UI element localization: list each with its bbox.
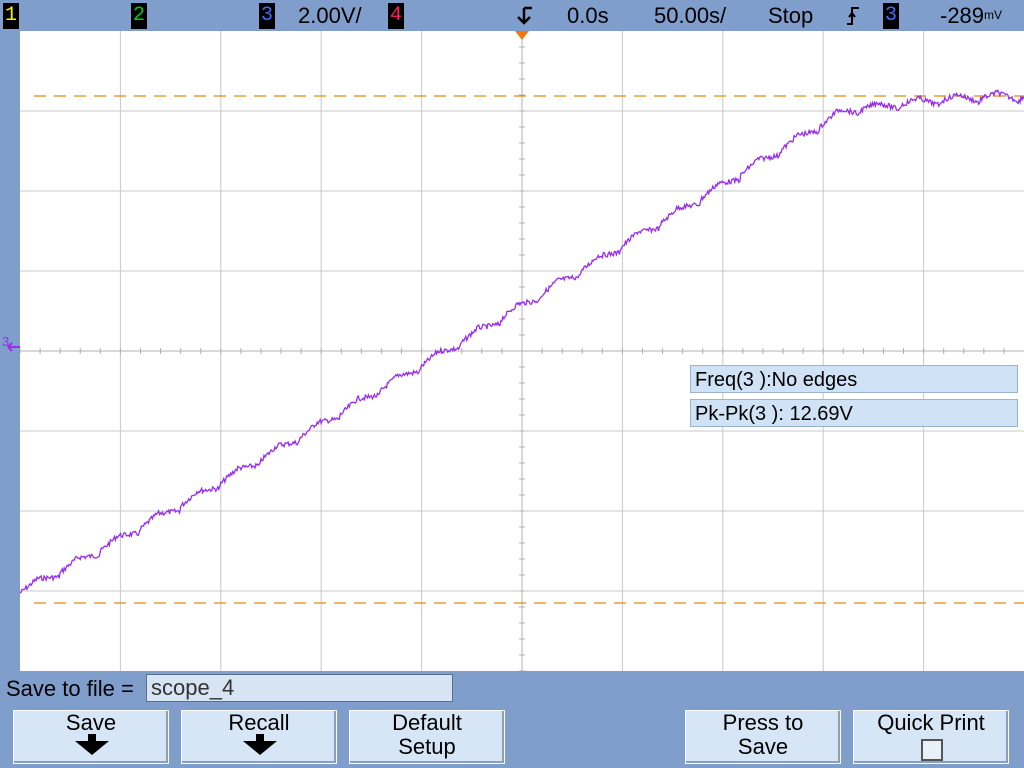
softkey-label: Recall [228, 710, 290, 735]
softkey-label-2: Save [737, 734, 789, 759]
softkey-label: Quick Print [877, 710, 985, 735]
save-to-file-label: Save to file = [6, 676, 134, 701]
measurement-freq: Freq(3 ):No edges [690, 365, 1018, 393]
checkbox-icon [921, 739, 943, 761]
trigger-source-indicator: 3 [883, 3, 899, 29]
waveform-display[interactable] [20, 31, 1024, 671]
channel-3-indicator[interactable]: 3 [259, 3, 275, 29]
timebase: 50.00s/ [654, 3, 727, 28]
rising-edge-icon [845, 6, 861, 26]
measurement-pkpk: Pk-Pk(3 ): 12.69V [690, 399, 1018, 427]
quick-print-softkey[interactable]: Quick Print [853, 710, 1009, 764]
status-bar: 1 2 3 2.00V/ 4 0.0s 50.00s/ Stop 3 -289m… [0, 0, 1024, 31]
trigger-position-marker [515, 31, 529, 40]
channel-2-indicator[interactable]: 2 [131, 3, 147, 29]
softkey-label-2: Setup [398, 734, 456, 759]
save-bar: Save to file = scope_4 [0, 672, 1024, 706]
press-to-save-softkey[interactable]: Press to Save [685, 710, 841, 764]
channel-1-indicator[interactable]: 1 [3, 3, 19, 29]
default-setup-softkey[interactable]: Default Setup [349, 710, 505, 764]
channel-4-indicator[interactable]: 4 [388, 3, 404, 29]
softkey-label: Default [392, 710, 462, 735]
time-offset: 0.0s [567, 3, 609, 28]
save-softkey[interactable]: Save [13, 710, 169, 764]
recall-softkey[interactable]: Recall [181, 710, 337, 764]
channel-3-scale: 2.00V/ [298, 3, 362, 28]
trigger-position-icon [514, 6, 534, 30]
channel-3-ground-marker[interactable]: 3 [2, 333, 22, 357]
softkey-label: Save [65, 710, 117, 735]
filename-field[interactable]: scope_4 [146, 674, 453, 702]
graticule [20, 31, 1024, 671]
trigger-level: -289mV [940, 3, 1003, 28]
run-state[interactable]: Stop [768, 2, 813, 29]
softkey-label: Press to [722, 710, 804, 735]
